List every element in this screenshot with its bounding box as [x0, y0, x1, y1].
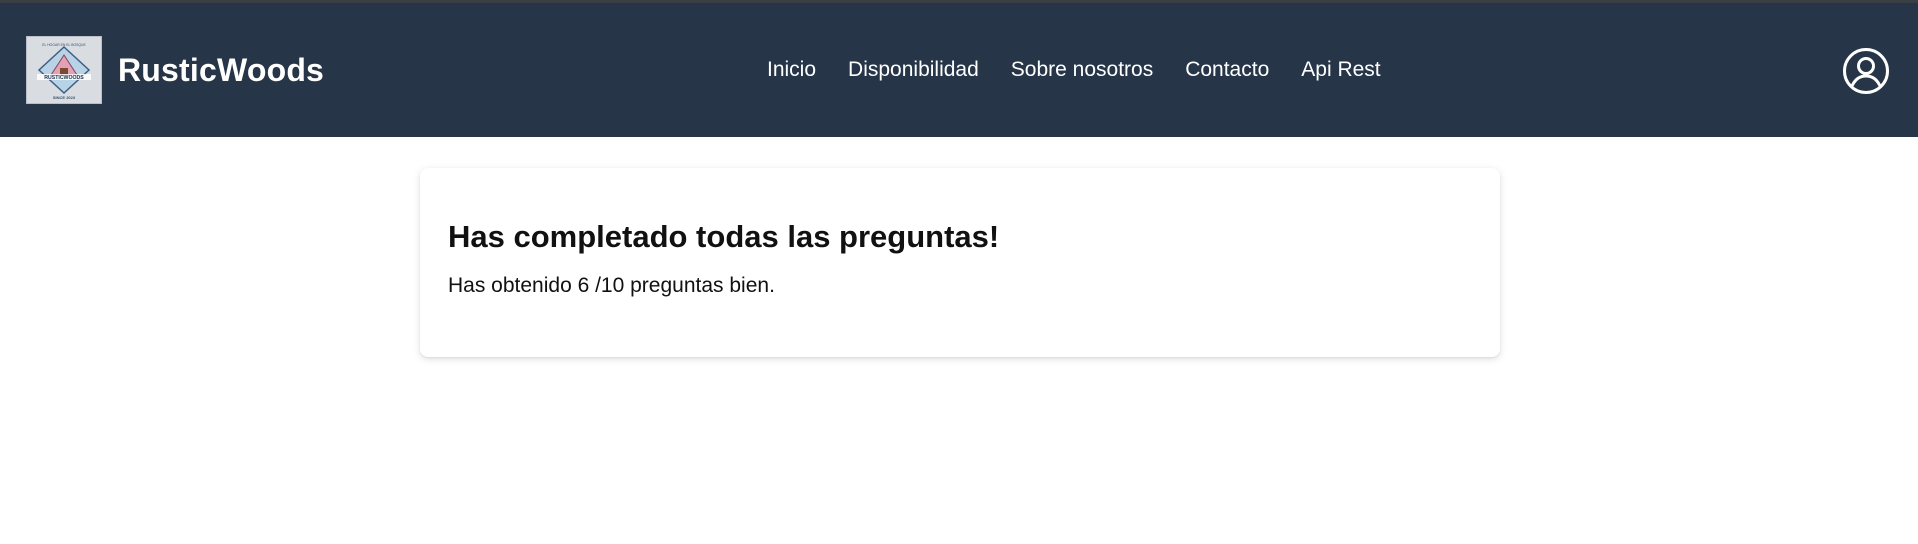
nav-link-disponibilidad[interactable]: Disponibilidad — [848, 58, 979, 82]
main-nav: Inicio Disponibilidad Sobre nosotros Con… — [767, 58, 1381, 82]
brand-link[interactable]: RUSTICWOODS EL HOGAR EN EL BOSQUE SINCE … — [26, 36, 324, 104]
user-circle-icon — [1843, 48, 1889, 94]
navbar: RUSTICWOODS EL HOGAR EN EL BOSQUE SINCE … — [0, 3, 1918, 137]
nav-link-inicio[interactable]: Inicio — [767, 58, 816, 82]
brand-logo: RUSTICWOODS EL HOGAR EN EL BOSQUE SINCE … — [26, 36, 102, 104]
user-account-button[interactable] — [1842, 47, 1890, 95]
result-score-message: Has obtenido 6 /10 preguntas bien. — [448, 274, 775, 297]
result-title: Has completado todas las preguntas! — [448, 219, 1000, 254]
nav-link-contacto[interactable]: Contacto — [1185, 58, 1269, 82]
svg-text:SINCE 2023: SINCE 2023 — [53, 95, 76, 100]
svg-text:RUSTICWOODS: RUSTICWOODS — [44, 75, 84, 81]
svg-text:EL HOGAR EN EL BOSQUE: EL HOGAR EN EL BOSQUE — [42, 43, 86, 47]
quiz-result-card: Has completado todas las preguntas! Has … — [420, 168, 1500, 357]
brand-name: RusticWoods — [118, 51, 325, 88]
nav-link-api-rest[interactable]: Api Rest — [1301, 58, 1380, 82]
nav-link-sobre-nosotros[interactable]: Sobre nosotros — [1011, 58, 1153, 82]
logo-emblem: RUSTICWOODS EL HOGAR EN EL BOSQUE SINCE … — [37, 43, 91, 100]
